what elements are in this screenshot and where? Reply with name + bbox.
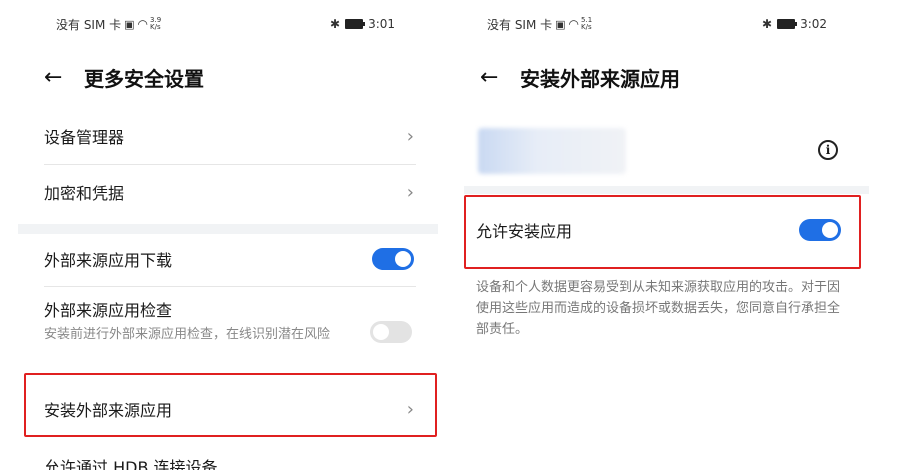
row-label: 外部来源应用检查: [44, 301, 173, 320]
row-description: 安装前进行外部来源应用检查，在线识别潜在风险: [44, 327, 331, 342]
clock-text: 3:02: [800, 17, 828, 31]
arrow-left-icon[interactable]: ←: [480, 65, 520, 90]
network-speed: 5.1 K/s: [581, 16, 593, 31]
external-check-toggle[interactable]: [370, 321, 412, 343]
highlight-box: [24, 373, 437, 437]
row-label: 外部来源应用下载: [44, 251, 173, 270]
highlight-box: [464, 195, 861, 269]
row-label: 允许通过 HDB 连接设备: [44, 458, 218, 470]
network-speed: 3.9 K/s: [150, 16, 162, 31]
status-bar: 没有 SIM 卡 ▣ ◠ 5.1 K/s: [487, 14, 592, 34]
status-right: ✱ 3:01: [330, 14, 395, 34]
status-bar: 没有 SIM 卡 ▣ ◠ 3.9 K/s: [56, 14, 161, 34]
arrow-left-icon[interactable]: ←: [44, 65, 84, 90]
right-screen: 没有 SIM 卡 ▣ ◠ 5.1 K/s ✱ 3:02 ← 安装外部来源应用 i …: [450, 0, 897, 470]
chevron-right-icon: ›: [406, 181, 414, 203]
clock-text: 3:01: [368, 17, 396, 31]
bluetooth-icon: ✱: [330, 17, 341, 31]
wifi-icon: ◠: [137, 17, 149, 31]
row-usb-partial[interactable]: 允许通过 HDB 连接设备: [44, 452, 414, 470]
page-title: 更多安全设置: [84, 66, 204, 91]
section-gap: [464, 186, 869, 194]
chevron-right-icon: ›: [406, 125, 414, 147]
row-external-download[interactable]: 外部来源应用下载: [44, 243, 414, 275]
info-icon[interactable]: i: [818, 140, 838, 160]
carrier-text: 没有 SIM 卡: [56, 17, 122, 32]
page-header: ← 更多安全设置: [44, 62, 204, 92]
row-encryption[interactable]: 加密和凭据 ›: [44, 176, 414, 208]
status-right: ✱ 3:02: [762, 14, 827, 34]
wifi-icon: ◠: [568, 17, 580, 31]
app-icon-blurred: [478, 128, 626, 174]
external-download-toggle[interactable]: [372, 248, 414, 270]
divider: [44, 286, 416, 287]
row-external-check[interactable]: 外部来源应用检查 安装前进行外部来源应用检查，在线识别潜在风险: [44, 297, 414, 367]
sim-icon: ▣: [555, 17, 566, 31]
row-label: 加密和凭据: [44, 184, 125, 203]
divider: [44, 164, 416, 165]
bluetooth-icon: ✱: [762, 17, 773, 31]
section-gap: [18, 224, 438, 234]
warning-text: 设备和个人数据更容易受到从未知来源获取应用的攻击。对于因使用这些应用而造成的设备…: [476, 280, 841, 337]
left-screen: 没有 SIM 卡 ▣ ◠ 3.9 K/s ✱ 3:01 ← 更多安全设置 设备管理…: [0, 0, 450, 470]
sim-icon: ▣: [124, 17, 135, 31]
battery-icon: [777, 19, 798, 29]
page-header: ← 安装外部来源应用: [480, 62, 680, 92]
battery-icon: [345, 19, 366, 29]
page-title: 安装外部来源应用: [520, 66, 680, 91]
carrier-text: 没有 SIM 卡: [487, 17, 553, 32]
row-label: 设备管理器: [44, 128, 125, 147]
row-device-admin[interactable]: 设备管理器 ›: [44, 120, 414, 152]
